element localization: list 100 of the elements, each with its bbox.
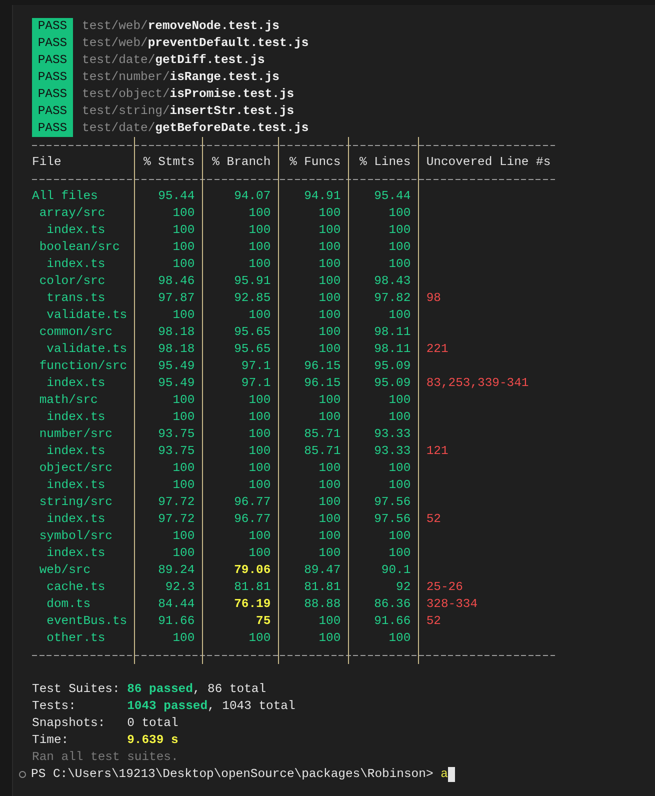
coverage-value: 97.1 (241, 359, 271, 373)
coverage-value: 92 (396, 580, 411, 594)
coverage-value: 100 (318, 308, 341, 322)
uncovered-lines: 121 (426, 444, 448, 458)
text-cursor (448, 767, 455, 782)
uncovered-lines: 25-26 (426, 580, 463, 594)
coverage-value: 75 (256, 614, 271, 628)
coverage-value: 91.66 (158, 614, 195, 628)
file-name: index.ts (46, 478, 106, 492)
coverage-value: 95.49 (158, 376, 195, 390)
file-name: web/src (38, 563, 91, 577)
file-name: array/src (38, 206, 106, 220)
column-header: % Stmts (143, 155, 195, 169)
coverage-value: 100 (248, 308, 271, 322)
file-name: All files (32, 189, 98, 203)
coverage-value: 100 (388, 546, 411, 560)
coverage-value: 90.1 (381, 563, 411, 577)
uncovered-lines: 52 (426, 512, 441, 526)
summary-value: 0 total (127, 715, 178, 732)
file-name: function/src (38, 359, 128, 373)
summary-label: Time: (32, 732, 70, 749)
uncovered-lines: 98 (426, 291, 441, 305)
file-name: index.ts (46, 512, 106, 526)
coverage-value: 100 (318, 291, 341, 305)
coverage-value: 96.15 (304, 359, 341, 373)
coverage-value: 92.3 (165, 580, 195, 594)
coverage-value: 95.44 (374, 189, 411, 203)
coverage-value: 93.75 (158, 427, 195, 441)
file-name: other.ts (46, 631, 106, 645)
coverage-value: 85.71 (304, 427, 341, 441)
status-badge: PASS (32, 69, 73, 86)
coverage-value: 95.09 (374, 359, 411, 373)
coverage-value: 100 (318, 614, 341, 628)
coverage-value: 100 (318, 342, 341, 356)
coverage-value: 100 (318, 495, 341, 509)
coverage-value: 100 (248, 444, 271, 458)
summary-value: 86 passed, 86 total (127, 681, 266, 698)
coverage-value: 100 (172, 223, 195, 237)
coverage-value: 100 (318, 240, 341, 254)
test-file-path: test/object/isPromise.test.js (82, 86, 294, 103)
file-name: cache.ts (46, 580, 106, 594)
coverage-value: 95.49 (158, 359, 195, 373)
coverage-value: 97.87 (158, 291, 195, 305)
coverage-value: 100 (318, 257, 341, 271)
file-name: index.ts (46, 223, 106, 237)
file-name: index.ts (46, 376, 106, 390)
column-header: Uncovered Line #s (426, 155, 551, 169)
test-file-path: test/web/removeNode.test.js (82, 18, 280, 35)
coverage-value: 94.07 (234, 189, 271, 203)
coverage-value: 95.09 (374, 376, 411, 390)
coverage-value: 100 (248, 240, 271, 254)
file-name: color/src (38, 274, 106, 288)
file-name: math/src (38, 393, 98, 407)
status-badge: PASS (32, 86, 73, 103)
coverage-value: 85.71 (304, 444, 341, 458)
coverage-value: 95.65 (234, 342, 271, 356)
command-input[interactable]: a (440, 766, 448, 783)
coverage-value: 81.81 (234, 580, 271, 594)
coverage-value: 100 (172, 631, 195, 645)
coverage-value: 100 (248, 410, 271, 424)
test-file-path: test/date/getBeforeDate.test.js (82, 120, 309, 137)
uncovered-lines: 328-334 (426, 597, 478, 611)
coverage-value: 100 (388, 631, 411, 645)
coverage-value: 100 (248, 393, 271, 407)
coverage-value: 100 (248, 206, 271, 220)
summary-label: Test Suites: (32, 681, 121, 698)
coverage-value: 100 (172, 410, 195, 424)
coverage-value: 100 (172, 206, 195, 220)
coverage-value: 97.1 (241, 376, 271, 390)
coverage-value: 100 (388, 223, 411, 237)
coverage-value: 100 (388, 410, 411, 424)
test-file-path: test/date/getDiff.test.js (82, 52, 265, 69)
coverage-value: 100 (248, 631, 271, 645)
coverage-value: 100 (172, 308, 195, 322)
coverage-value: 91.66 (374, 614, 411, 628)
coverage-value: 97.56 (374, 512, 411, 526)
coverage-value: 89.47 (304, 563, 341, 577)
coverage-value: 100 (318, 325, 341, 339)
uncovered-lines: 52 (426, 614, 441, 628)
coverage-value: 100 (172, 546, 195, 560)
coverage-value: 100 (172, 461, 195, 475)
coverage-value: 100 (318, 393, 341, 407)
coverage-value: 95.65 (234, 325, 271, 339)
coverage-value: 97.72 (158, 512, 195, 526)
prompt-circle-icon (19, 771, 26, 778)
column-header: % Lines (359, 155, 411, 169)
coverage-value: 93.75 (158, 444, 195, 458)
coverage-value: 81.81 (304, 580, 341, 594)
coverage-value: 100 (248, 427, 271, 441)
coverage-value: 100 (318, 410, 341, 424)
coverage-value: 88.88 (304, 597, 341, 611)
coverage-value: 100 (318, 206, 341, 220)
uncovered-lines: 221 (426, 342, 448, 356)
file-name: index.ts (46, 257, 106, 271)
coverage-value: 100 (388, 257, 411, 271)
coverage-value: 100 (248, 257, 271, 271)
coverage-value: 100 (172, 240, 195, 254)
coverage-value: 98.18 (158, 342, 195, 356)
coverage-value: 96.77 (234, 512, 271, 526)
coverage-value: 100 (318, 461, 341, 475)
